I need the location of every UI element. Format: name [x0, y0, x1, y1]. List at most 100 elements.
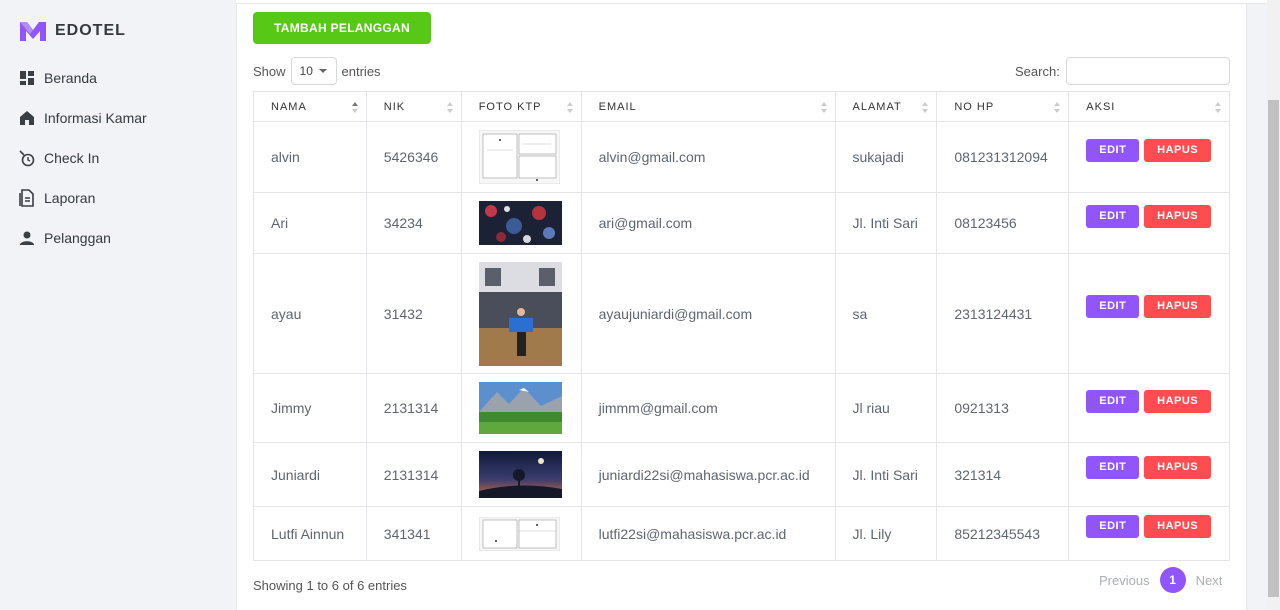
cell-nama: Juniardi: [253, 442, 367, 507]
cell-nik: 34234: [365, 192, 462, 254]
cell-alamat: Jl. Lily: [834, 506, 938, 561]
column-header-email[interactable]: EMAIL: [580, 91, 836, 122]
edit-button[interactable]: EDIT: [1086, 515, 1140, 538]
delete-button[interactable]: HAPUS: [1144, 295, 1212, 318]
sort-icon: [1215, 102, 1221, 113]
cell-no-hp: 2313124431: [936, 253, 1070, 374]
delete-button[interactable]: HAPUS: [1144, 205, 1212, 228]
sort-icon: [922, 102, 929, 113]
table-row: ayau 31432 ayaujuniardi@gmail.com sa 231…: [253, 253, 1230, 374]
edit-button[interactable]: EDIT: [1086, 205, 1140, 228]
table-row: Jimmy 2131314 jimmm@gmail.com Jl riau 09…: [253, 373, 1230, 443]
cell-nik: 2131314: [365, 442, 462, 507]
ktp-photo-document[interactable]: [478, 516, 560, 551]
dashboard-icon: [18, 69, 36, 87]
cell-foto-ktp: [460, 121, 582, 193]
cell-aksi: EDIT HAPUS: [1068, 121, 1230, 193]
cell-aksi: EDIT HAPUS: [1068, 373, 1230, 443]
cell-aksi: EDIT HAPUS: [1068, 506, 1230, 561]
table-header-row: NAMA NIK FOTO KTP EMAIL ALAMAT NO HP AKS…: [253, 91, 1230, 122]
cell-aksi: EDIT HAPUS: [1068, 442, 1230, 507]
delete-button[interactable]: HAPUS: [1144, 139, 1212, 162]
cell-aksi: EDIT HAPUS: [1068, 253, 1230, 374]
table-row: Lutfi Ainnun 341341 lutfi22si@mahasiswa.…: [253, 506, 1230, 561]
column-header-nik[interactable]: NIK: [365, 91, 462, 122]
cell-no-hp: 85212345543: [936, 506, 1070, 561]
cell-foto-ktp: [460, 253, 582, 374]
cell-foto-ktp: [460, 373, 582, 443]
chevron-down-icon: [318, 69, 327, 73]
delete-button[interactable]: HAPUS: [1144, 515, 1212, 538]
cell-nama: Ari: [253, 192, 367, 254]
column-header-aksi[interactable]: AKSI: [1068, 91, 1230, 122]
cell-nama: ayau: [253, 253, 367, 374]
sidebar-item-beranda[interactable]: Beranda: [18, 66, 97, 90]
cell-foto-ktp: [460, 192, 582, 254]
sidebar: EDOTEL Beranda Informasi Kamar Check In …: [0, 0, 217, 610]
ktp-photo-landscape[interactable]: [478, 382, 562, 434]
ktp-photo-person[interactable]: [478, 261, 562, 366]
delete-button[interactable]: HAPUS: [1144, 390, 1212, 413]
ktp-photo-night[interactable]: [478, 451, 562, 498]
brand[interactable]: EDOTEL: [19, 20, 126, 42]
sort-icon: [446, 102, 453, 113]
cell-foto-ktp: [460, 442, 582, 507]
cell-nik: 5426346: [365, 121, 462, 193]
sidebar-item-check-in[interactable]: Check In: [18, 146, 99, 170]
customer-table: NAMA NIK FOTO KTP EMAIL ALAMAT NO HP AKS…: [253, 91, 1230, 561]
edit-button[interactable]: EDIT: [1086, 390, 1140, 413]
show-label: Show: [253, 63, 286, 79]
sort-icon: [1054, 102, 1061, 113]
column-header-no-hp[interactable]: NO HP: [936, 91, 1070, 122]
search-input[interactable]: [1065, 57, 1230, 85]
ktp-photo-abstract[interactable]: [478, 201, 562, 245]
cell-nik: 2131314: [365, 373, 462, 443]
sidebar-item-label: Pelanggan: [44, 230, 111, 246]
edit-button[interactable]: EDIT: [1086, 295, 1140, 318]
document-icon: [18, 189, 36, 207]
sidebar-item-label: Laporan: [44, 190, 96, 206]
cell-alamat: sukajadi: [834, 121, 938, 193]
cell-no-hp: 08123456: [936, 192, 1070, 254]
edit-button[interactable]: EDIT: [1086, 456, 1140, 479]
ktp-photo-document[interactable]: [478, 130, 560, 184]
cell-alamat: sa: [834, 253, 938, 374]
entries-label: entries: [341, 63, 381, 79]
cell-email: jimmm@gmail.com: [580, 373, 836, 443]
cell-foto-ktp: [460, 506, 582, 561]
cell-alamat: Jl riau: [834, 373, 938, 443]
cell-alamat: Jl. Inti Sari: [834, 442, 938, 507]
brand-logo-icon: [20, 22, 46, 41]
add-customer-button[interactable]: TAMBAH PELANGGAN: [253, 12, 431, 44]
cell-nik: 341341: [365, 506, 462, 561]
cell-nik: 31432: [365, 253, 462, 374]
sidebar-item-informasi-kamar[interactable]: Informasi Kamar: [18, 106, 147, 130]
page-button-1[interactable]: 1: [1159, 567, 1186, 593]
home-icon: [18, 109, 36, 127]
entries-length-value: 10: [299, 64, 313, 78]
search-control: Search:: [1015, 57, 1230, 85]
sidebar-item-laporan[interactable]: Laporan: [18, 186, 95, 210]
user-icon: [18, 229, 36, 247]
search-label: Search:: [1015, 63, 1060, 79]
cell-nama: Lutfi Ainnun: [253, 506, 367, 561]
column-header-foto-ktp[interactable]: FOTO KTP: [460, 91, 582, 122]
entries-length-control: Show 10 entries: [253, 57, 381, 85]
cell-nama: Jimmy: [253, 373, 367, 443]
cell-no-hp: 081231312094: [936, 121, 1070, 193]
edit-button[interactable]: EDIT: [1086, 139, 1140, 162]
sidebar-item-pelanggan[interactable]: Pelanggan: [18, 226, 111, 250]
column-header-alamat[interactable]: ALAMAT: [834, 91, 938, 122]
next-page-button[interactable]: Next: [1196, 573, 1223, 588]
table-info: Showing 1 to 6 of 6 entries: [253, 578, 407, 593]
previous-page-button[interactable]: Previous: [1099, 573, 1150, 588]
cell-no-hp: 0921313: [936, 373, 1070, 443]
clock-icon: [18, 149, 36, 167]
cell-email: ayaujuniardi@gmail.com: [580, 253, 836, 374]
entries-length-select[interactable]: 10: [290, 57, 337, 85]
delete-button[interactable]: HAPUS: [1144, 456, 1212, 479]
cell-alamat: Jl. Inti Sari: [834, 192, 938, 254]
scrollbar-thumb[interactable]: [1268, 100, 1279, 597]
column-header-nama[interactable]: NAMA: [253, 91, 367, 122]
cell-email: lutfi22si@mahasiswa.pcr.ac.id: [580, 506, 836, 561]
